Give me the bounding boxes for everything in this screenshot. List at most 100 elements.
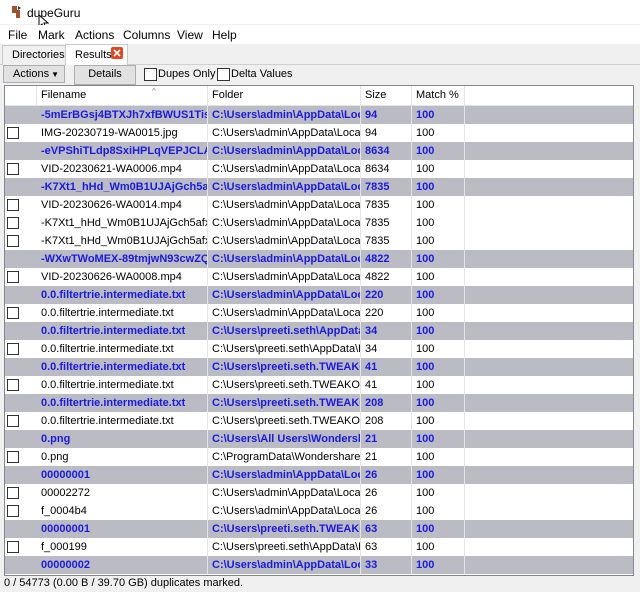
row-mark-checkbox[interactable] bbox=[7, 451, 19, 463]
table-row[interactable]: f_0004b4 C:\Users\admin\AppData\Local\...… bbox=[5, 502, 633, 520]
cell-filename: 0.0.filtertrie.intermediate.txt bbox=[37, 412, 208, 430]
table-row-group-reference[interactable]: 0.0.filtertrie.intermediate.txt C:\Users\… bbox=[5, 322, 633, 340]
table-header: Filename ^ Folder Size (KB) Match % bbox=[5, 86, 633, 120]
row-mark-checkbox[interactable] bbox=[7, 505, 19, 517]
menu-columns[interactable]: Columns bbox=[123, 28, 170, 42]
cell-size: 21 bbox=[361, 430, 412, 448]
menu-help[interactable]: Help bbox=[212, 28, 237, 42]
tab-directories[interactable]: Directories bbox=[2, 45, 66, 65]
table-row[interactable]: VID-20230626-WA0008.mp4 C:\Users\admin\Ap… bbox=[5, 268, 633, 286]
cell-folder: C:\Users\preeti.seth\AppData\L... bbox=[208, 538, 361, 556]
row-mark-checkbox[interactable] bbox=[7, 235, 19, 247]
table-row-group-reference[interactable]: 00000001C:\Users\preeti.seth.TWEAKOR...6… bbox=[5, 520, 633, 538]
cell-folder: C:\Users\admin\AppData\Local\... bbox=[208, 106, 361, 124]
table-row[interactable]: -K7Xt1_hHd_Wm0B1UJAjGch5afx0d...C:\Users… bbox=[5, 214, 633, 232]
row-mark-checkbox[interactable] bbox=[7, 541, 19, 553]
close-tab-icon[interactable] bbox=[111, 47, 123, 59]
table-row[interactable]: 0.0.filtertrie.intermediate.txt C:\Users\… bbox=[5, 304, 633, 322]
table-row[interactable]: 0.0.filtertrie.intermediate.txt C:\Users\… bbox=[5, 376, 633, 394]
cell-filename: 0.0.filtertrie.intermediate.txt bbox=[37, 322, 208, 340]
table-row[interactable]: 0.0.filtertrie.intermediate.txt C:\Users\… bbox=[5, 340, 633, 358]
menu-actions[interactable]: Actions bbox=[75, 28, 114, 42]
menu-file[interactable]: File bbox=[8, 28, 27, 42]
cell-filename: VID-20230626-WA0008.mp4 bbox=[37, 268, 208, 286]
table-row-group-reference[interactable]: -eVPShiTLdp8SxiHPLqVEPJCLAtBG...C:\Users… bbox=[5, 142, 633, 160]
row-mark-checkbox[interactable] bbox=[7, 127, 19, 139]
delta-values-checkbox[interactable] bbox=[217, 68, 230, 81]
cell-folder: C:\Users\preeti.seth\AppData\L... bbox=[208, 340, 361, 358]
table-row[interactable]: 00002272 C:\Users\admin\AppData\Local\...… bbox=[5, 484, 633, 502]
cell-filename: VID-20230621-WA0006.mp4 bbox=[37, 160, 208, 178]
table-row[interactable]: 0.png C:\ProgramData\Wondershare ... 21 100 bbox=[5, 448, 633, 466]
row-mark-checkbox[interactable] bbox=[7, 487, 19, 499]
cell-folder: C:\Users\admin\AppData\Local\... bbox=[208, 304, 361, 322]
table-row[interactable]: 0.0.filtertrie.intermediate.txt C:\Users\… bbox=[5, 412, 633, 430]
cell-match: 100 bbox=[412, 556, 465, 574]
row-mark-checkbox[interactable] bbox=[7, 271, 19, 283]
cell-size: 8634 bbox=[361, 160, 412, 178]
cell-folder: C:\Users\preeti.seth.TWEAKOR... bbox=[208, 412, 361, 430]
table-row[interactable]: f_000199 C:\Users\preeti.seth\AppData\L..… bbox=[5, 538, 633, 556]
table-row-group-reference[interactable]: 0.pngC:\Users\All Users\Wondershare...21… bbox=[5, 430, 633, 448]
header-match[interactable]: Match % bbox=[412, 86, 465, 105]
cell-size: 26 bbox=[361, 484, 412, 502]
table-row-group-reference[interactable]: 00000002C:\Users\admin\AppData\Local\...… bbox=[5, 556, 633, 574]
table-row[interactable]: IMG-20230719-WA0015.jpg C:\Users\admin\Ap… bbox=[5, 124, 633, 142]
menu-bar: File Mark Actions Columns View Help bbox=[0, 25, 640, 44]
cell-size: 41 bbox=[361, 358, 412, 376]
cell-match: 100 bbox=[412, 394, 465, 412]
table-row-group-reference[interactable]: 00000001C:\Users\admin\AppData\Local\...… bbox=[5, 466, 633, 484]
table-row[interactable]: -K7Xt1_hHd_Wm0B1UJAjGch5afx0d...C:\Users… bbox=[5, 232, 633, 250]
cell-size: 94 bbox=[361, 124, 412, 142]
table-row-group-reference[interactable]: -K7Xt1_hHd_Wm0B1UJAjGch5afx0...C:\Users\… bbox=[5, 178, 633, 196]
cell-filename: VID-20230626-WA0014.mp4 bbox=[37, 196, 208, 214]
dupeguru-app-icon bbox=[12, 6, 21, 18]
cell-folder: C:\Users\admin\AppData\Local\... bbox=[208, 160, 361, 178]
header-folder[interactable]: Folder bbox=[208, 86, 361, 105]
results-table[interactable]: Filename ^ Folder Size (KB) Match % -5mE… bbox=[4, 85, 634, 576]
cell-folder: C:\Users\preeti.seth.TWEAKOR... bbox=[208, 394, 361, 412]
cell-size: 26 bbox=[361, 466, 412, 484]
cell-folder: C:\Users\admin\AppData\Local\... bbox=[208, 466, 361, 484]
cell-filename: 0.0.filtertrie.intermediate.txt bbox=[37, 340, 208, 358]
table-row-group-reference[interactable]: 0.0.filtertrie.intermediate.txt C:\Users\… bbox=[5, 286, 633, 304]
cell-folder: C:\Users\admin\AppData\Local\... bbox=[208, 556, 361, 574]
header-filename[interactable]: Filename ^ bbox=[37, 86, 208, 105]
cell-match: 100 bbox=[412, 448, 465, 466]
table-row-group-reference[interactable]: 0.0.filtertrie.intermediate.txt C:\Users\… bbox=[5, 394, 633, 412]
cell-size: 4822 bbox=[361, 250, 412, 268]
cell-folder: C:\ProgramData\Wondershare ... bbox=[208, 448, 361, 466]
table-row-group-reference[interactable]: -WXwTWoMEX-89tmjwN93cwZQZ... C:\Users\adm… bbox=[5, 250, 633, 268]
row-mark-checkbox[interactable] bbox=[7, 163, 19, 175]
row-mark-checkbox[interactable] bbox=[7, 379, 19, 391]
menu-view[interactable]: View bbox=[177, 28, 203, 42]
row-mark-checkbox[interactable] bbox=[7, 343, 19, 355]
cell-match: 100 bbox=[412, 268, 465, 286]
row-mark-checkbox[interactable] bbox=[7, 415, 19, 427]
header-match-label: Match % bbox=[416, 89, 459, 101]
cell-filename: 0.png bbox=[37, 448, 208, 466]
cell-folder: C:\Users\admin\AppData\Local\... bbox=[208, 196, 361, 214]
table-row[interactable]: VID-20230621-WA0006.mp4 C:\Users\admin\Ap… bbox=[5, 160, 633, 178]
cell-folder: C:\Users\All Users\Wondershare... bbox=[208, 430, 361, 448]
details-button[interactable]: Details bbox=[74, 65, 136, 85]
cell-folder: C:\Users\admin\AppData\Local\... bbox=[208, 124, 361, 142]
dupes-only-checkbox[interactable] bbox=[144, 68, 157, 81]
table-row[interactable]: VID-20230626-WA0014.mp4 C:\Users\admin\Ap… bbox=[5, 196, 633, 214]
table-row-group-reference[interactable]: 0.0.filtertrie.intermediate.txt C:\Users\… bbox=[5, 358, 633, 376]
tab-results[interactable]: Results bbox=[65, 44, 128, 65]
cell-size: 21 bbox=[361, 448, 412, 466]
actions-dropdown-button[interactable]: Actions ▼ bbox=[3, 65, 65, 83]
cell-match: 100 bbox=[412, 124, 465, 142]
table-row-group-reference[interactable]: -5mErBGsj4BTXJh7xfBWUS1TisSlpu...C:\User… bbox=[5, 106, 633, 124]
row-mark-checkbox[interactable] bbox=[7, 307, 19, 319]
cell-filename: -5mErBGsj4BTXJh7xfBWUS1TisSlpu... bbox=[37, 106, 208, 124]
row-mark-checkbox[interactable] bbox=[7, 217, 19, 229]
menu-mark[interactable]: Mark bbox=[38, 28, 65, 42]
cell-match: 100 bbox=[412, 106, 465, 124]
header-size[interactable]: Size (KB) bbox=[361, 86, 412, 120]
cell-size: 34 bbox=[361, 322, 412, 340]
cell-match: 100 bbox=[412, 358, 465, 376]
cell-filename: 0.0.filtertrie.intermediate.txt bbox=[37, 394, 208, 412]
row-mark-checkbox[interactable] bbox=[7, 199, 19, 211]
